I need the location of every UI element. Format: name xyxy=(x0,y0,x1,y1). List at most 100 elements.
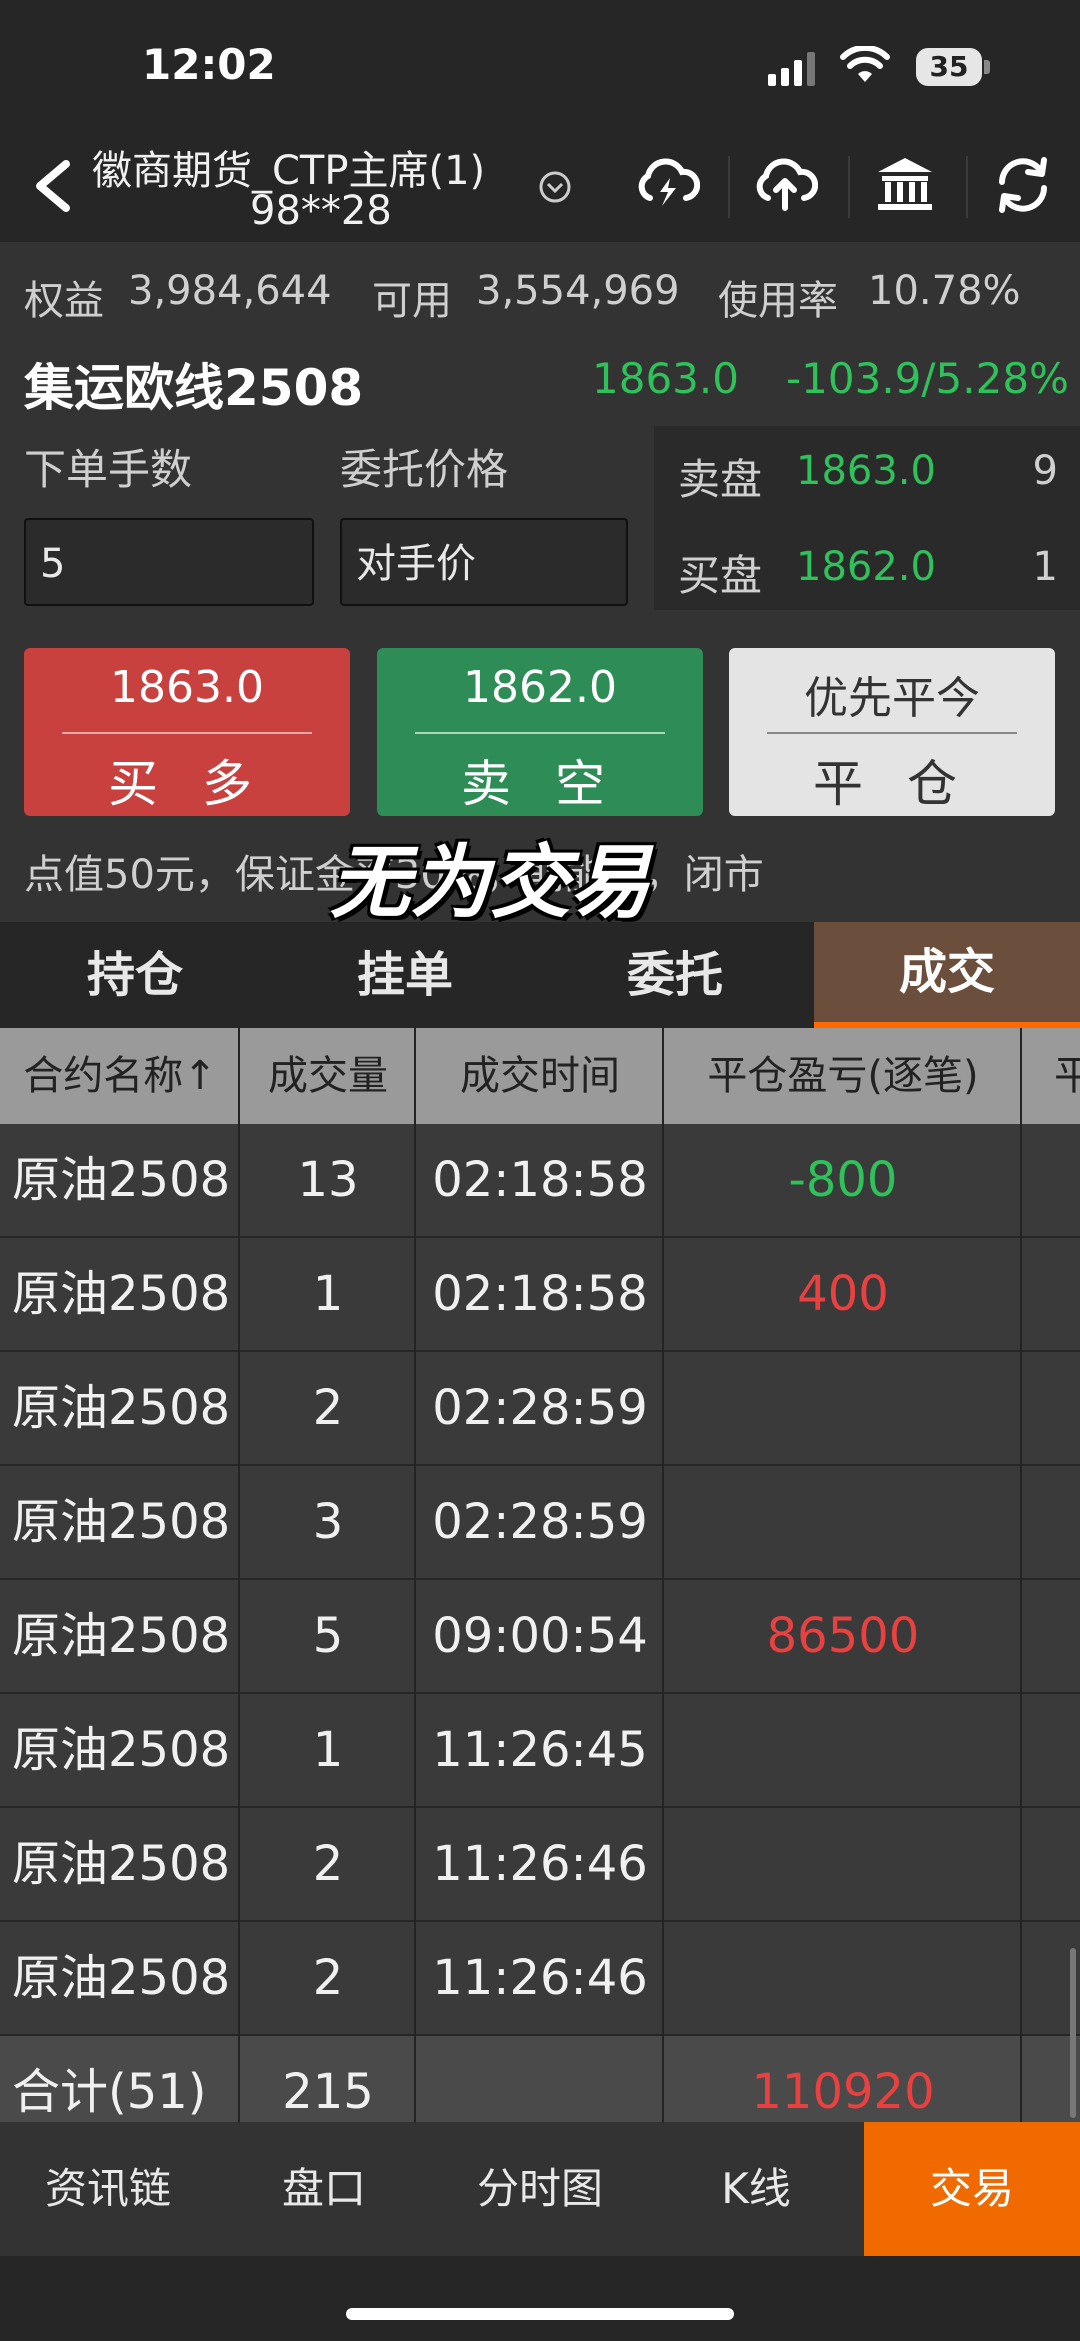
table-row[interactable]: 原油2508 2 11:26:46 xyxy=(0,1808,1080,1922)
overlay-caption: 无为交易 xyxy=(330,836,650,929)
cell-contract: 原油2508 xyxy=(12,1722,231,1778)
equity-label: 权益 xyxy=(24,278,104,324)
column-divider xyxy=(414,1028,416,2122)
buy-label: 买 多 xyxy=(108,755,266,813)
order-book: 卖盘 1863.0 9 买盘 1862.0 1 xyxy=(654,426,1080,610)
quantity-label: 下单手数 xyxy=(24,445,193,494)
table-row[interactable]: 原油2508 2 02:28:59 xyxy=(0,1352,1080,1466)
header-pnl[interactable]: 平仓盈亏(逐笔) xyxy=(664,1028,1022,1124)
buy-long-button[interactable]: 1863.0 买 多 xyxy=(24,648,350,816)
table-row[interactable]: 原油2508 1 02:18:58 400 xyxy=(0,1238,1080,1352)
tab-pending-orders[interactable]: 挂单 xyxy=(270,922,540,1028)
column-divider xyxy=(1020,1028,1022,2122)
cell-contract: 原油2508 xyxy=(12,1380,231,1436)
tab-orders[interactable]: 委托 xyxy=(540,922,810,1028)
cell-time: 11:26:46 xyxy=(432,1836,648,1892)
table-header: 合约名称↑ 成交量 成交时间 平仓盈亏(逐笔) 平 xyxy=(0,1028,1080,1124)
bid-price: 1862.0 xyxy=(796,544,936,590)
nav-orderbook[interactable]: 盘口 xyxy=(216,2122,432,2256)
cell-pnl xyxy=(664,1808,1022,1920)
table-scrollbar[interactable] xyxy=(1070,1948,1076,2118)
nav-divider xyxy=(728,156,730,218)
cell-volume: 2 xyxy=(312,1950,344,2006)
equity-value: 3,984,644 xyxy=(128,268,332,314)
bid-quantity: 1 xyxy=(1032,544,1058,590)
price-type-select[interactable]: 对手价 xyxy=(340,518,628,606)
instrument-price: 1863.0 xyxy=(592,354,739,403)
status-time: 12:02 xyxy=(142,40,276,89)
back-icon[interactable] xyxy=(26,156,82,216)
cell-time: 02:18:58 xyxy=(432,1152,648,1208)
bank-icon[interactable] xyxy=(872,152,938,218)
sell-label: 卖 空 xyxy=(461,755,619,813)
home-indicator[interactable] xyxy=(346,2308,734,2320)
available-value: 3,554,969 xyxy=(476,268,680,314)
nav-divider xyxy=(848,156,850,218)
nav-kline[interactable]: K线 xyxy=(648,2122,864,2256)
sell-price: 1862.0 xyxy=(463,662,617,713)
cell-contract: 原油2508 xyxy=(12,1950,231,2006)
ask-quantity: 9 xyxy=(1032,448,1058,494)
total-pnl: 110920 xyxy=(751,2064,935,2120)
quantity-input[interactable]: 5 xyxy=(24,518,314,606)
nav-news[interactable]: 资讯链 xyxy=(0,2122,216,2256)
chevron-down-icon[interactable] xyxy=(538,170,572,204)
table-row[interactable]: 原油2508 1 11:26:45 xyxy=(0,1694,1080,1808)
cell-volume: 2 xyxy=(312,1380,344,1436)
battery-tip xyxy=(984,60,990,74)
ask-row[interactable]: 卖盘 1863.0 9 xyxy=(654,436,1080,516)
cell-time: 11:26:46 xyxy=(432,1950,648,2006)
table-row[interactable]: 原油2508 5 09:00:54 86500 xyxy=(0,1580,1080,1694)
tab-trades[interactable]: 成交 xyxy=(814,922,1080,1028)
nav-bar: 徽商期货_CTP主席(1) 98**28 xyxy=(0,130,1080,242)
button-divider xyxy=(415,732,665,734)
cell-time: 11:26:45 xyxy=(432,1722,648,1778)
nav-trade[interactable]: 交易 xyxy=(864,2122,1080,2256)
cloud-lightning-icon[interactable] xyxy=(634,152,700,218)
instrument-change: -103.9/5.28% xyxy=(786,354,1069,403)
refresh-icon[interactable] xyxy=(990,152,1056,218)
button-divider xyxy=(767,732,1017,734)
cell-time: 09:00:54 xyxy=(432,1608,648,1664)
cell-contract: 原油2508 xyxy=(12,1836,231,1892)
bottom-nav: 资讯链 盘口 分时图 K线 交易 xyxy=(0,2122,1080,2256)
cell-volume: 1 xyxy=(312,1722,344,1778)
header-time[interactable]: 成交时间 xyxy=(416,1028,664,1124)
nav-divider xyxy=(966,156,968,218)
cell-time: 02:28:59 xyxy=(432,1494,648,1550)
sell-short-button[interactable]: 1862.0 卖 空 xyxy=(377,648,703,816)
header-more[interactable]: 平 xyxy=(1022,1028,1080,1124)
price-type-label: 委托价格 xyxy=(340,445,509,494)
cell-contract: 原油2508 xyxy=(12,1608,231,1664)
usage-label: 使用率 xyxy=(718,278,838,324)
cell-pnl xyxy=(664,1922,1022,2034)
cell-pnl: -800 xyxy=(788,1152,898,1208)
account-summary: 权益 3,984,644 可用 3,554,969 使用率 10.78% xyxy=(0,242,1080,340)
home-area xyxy=(0,2256,1080,2341)
header-volume[interactable]: 成交量 xyxy=(240,1028,416,1124)
cell-volume: 2 xyxy=(312,1836,344,1892)
table-row[interactable]: 原油2508 2 11:26:46 xyxy=(0,1922,1080,2036)
nav-timeshare[interactable]: 分时图 xyxy=(432,2122,648,2256)
table-row[interactable]: 原油2508 13 02:18:58 -800 xyxy=(0,1124,1080,1238)
cell-pnl xyxy=(664,1352,1022,1464)
table-row[interactable]: 原油2508 3 02:28:59 xyxy=(0,1466,1080,1580)
bid-row[interactable]: 买盘 1862.0 1 xyxy=(654,532,1080,612)
header-contract[interactable]: 合约名称↑ xyxy=(0,1028,240,1124)
close-label: 平 仓 xyxy=(813,755,971,813)
ask-price: 1863.0 xyxy=(796,448,936,494)
cloud-upload-icon[interactable] xyxy=(752,152,818,218)
close-position-button[interactable]: 优先平今 平 仓 xyxy=(729,648,1055,816)
account-id: 98**28 xyxy=(250,188,392,234)
battery-icon: 35 xyxy=(916,48,982,86)
cell-volume: 13 xyxy=(297,1152,359,1208)
bid-label: 买盘 xyxy=(678,551,763,600)
cell-volume: 1 xyxy=(312,1266,344,1322)
cell-contract: 原油2508 xyxy=(12,1152,231,1208)
status-bar: 12:02 35 xyxy=(0,0,1080,130)
cell-contract: 原油2508 xyxy=(12,1266,231,1322)
instrument-name[interactable]: 集运欧线2508 xyxy=(24,348,363,420)
cell-pnl xyxy=(664,1694,1022,1806)
cell-pnl: 86500 xyxy=(766,1608,920,1664)
tab-positions[interactable]: 持仓 xyxy=(0,922,270,1028)
